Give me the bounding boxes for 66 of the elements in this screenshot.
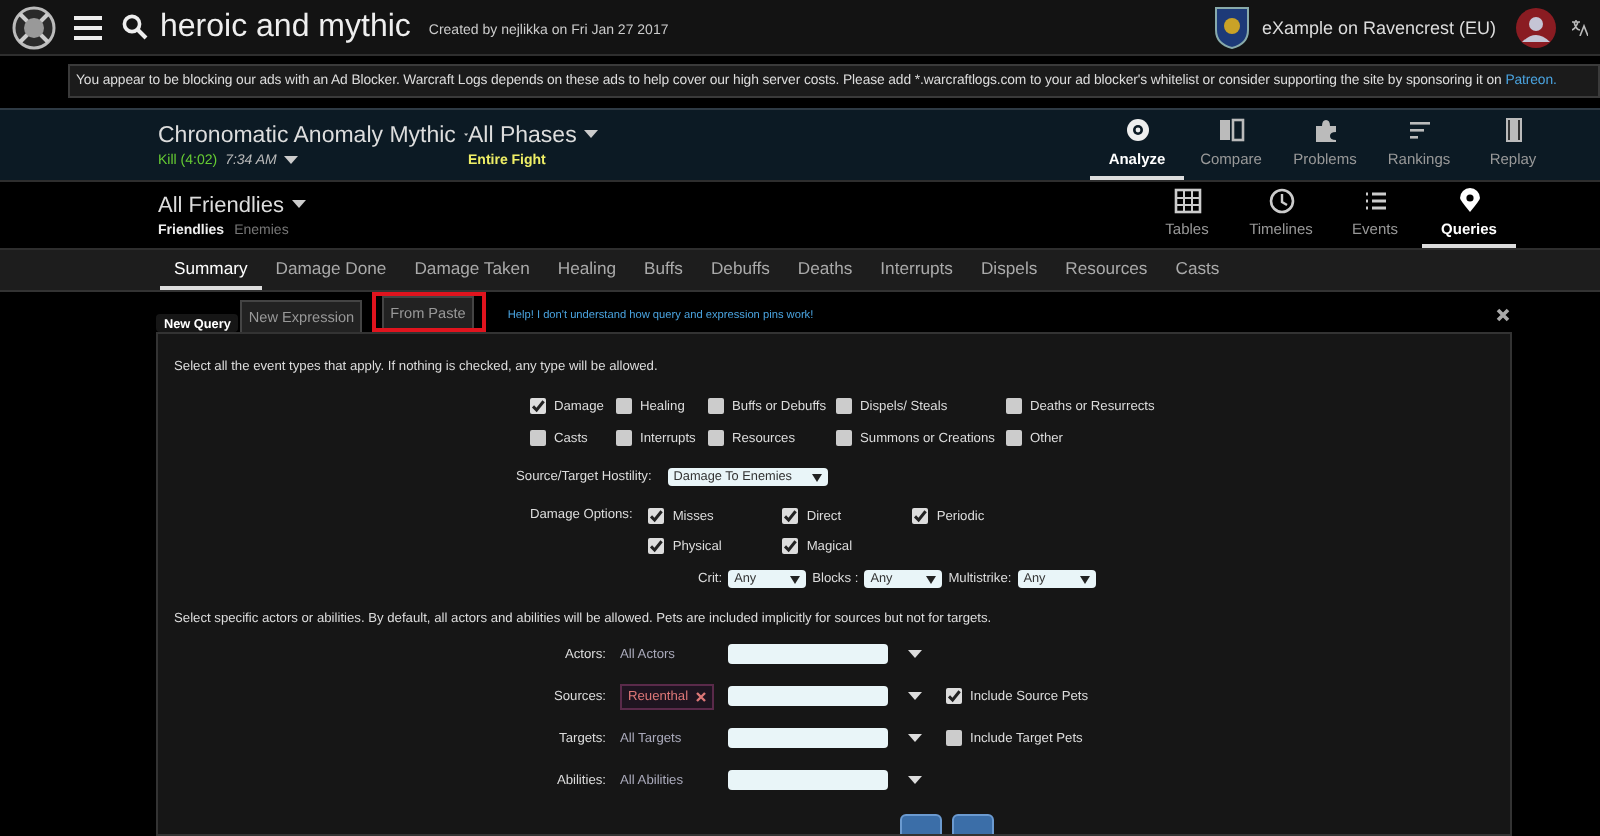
puzzle-icon [1311,118,1339,144]
checkbox[interactable] [1006,398,1022,414]
checkbox[interactable] [648,538,665,554]
report-tab[interactable]: Deaths [783,250,867,290]
checkbox[interactable] [708,398,724,414]
checkbox[interactable] [836,398,852,414]
checkbox[interactable] [782,508,799,524]
report-tab[interactable]: Damage Taken [400,250,544,290]
report-tab[interactable]: Interrupts [866,250,967,290]
action-button[interactable] [952,814,994,834]
caret-icon [908,691,922,701]
checkbox[interactable] [836,430,852,446]
caret-icon [908,775,922,785]
checkbox[interactable] [946,730,962,746]
avatar-icon[interactable] [1516,7,1556,47]
checkbox[interactable] [782,538,799,554]
report-tab[interactable]: Resources [1051,250,1162,290]
report-tab[interactable]: Summary [160,250,262,290]
caret-icon [790,575,801,583]
input-field[interactable] [728,644,888,664]
close-icon[interactable] [1496,308,1510,322]
checkbox[interactable] [530,398,546,414]
input-field[interactable] [728,686,888,706]
report-tab[interactable]: Debuffs [696,250,784,290]
compare-icon [1217,118,1245,144]
clock-icon [1267,188,1295,214]
checkbox[interactable] [616,430,632,446]
checkbox[interactable] [708,430,724,446]
remove-icon[interactable] [696,691,707,701]
action-button[interactable] [900,814,942,834]
input-field[interactable] [728,770,888,790]
menu-icon[interactable] [74,15,102,39]
shield-emblem-icon [1213,5,1250,49]
report-tab[interactable]: Casts [1161,250,1234,290]
eye-icon [1123,118,1151,144]
caret-icon [926,575,937,583]
report-tab[interactable]: Dispels [966,250,1052,290]
search-icon[interactable] [122,14,148,40]
checkbox[interactable] [530,430,546,446]
bars-icon [1405,118,1433,144]
user-name[interactable]: eXample on Ravencrest (EU) [1261,17,1496,37]
caret-icon [584,130,599,140]
list-icon [1361,188,1389,214]
caret-icon [291,200,306,210]
logo-icon [12,5,56,49]
caret-icon [908,733,922,743]
report-tab[interactable]: Buffs [630,250,697,290]
report-tab[interactable]: Healing [543,250,631,290]
actor-filter-dropdown[interactable]: All Friendlies [158,193,284,217]
input-field[interactable] [728,728,888,748]
encounter-dropdown[interactable]: Chronomatic Anomaly Mythic [158,123,456,147]
caret-icon [1079,575,1090,583]
map-pin-icon [1455,188,1483,214]
checkbox[interactable] [648,508,665,524]
checkbox[interactable] [616,398,632,414]
caret-icon [908,649,922,659]
caret-icon [811,473,822,481]
checkbox[interactable] [912,508,929,524]
table-icon [1173,188,1201,214]
checkbox[interactable] [946,688,962,704]
caret-icon [284,155,299,165]
checkbox[interactable] [1006,430,1022,446]
search-query[interactable]: heroic and mythic [160,9,411,45]
report-tab[interactable]: Damage Done [261,250,401,290]
translate-icon[interactable] [1572,19,1588,35]
phase-dropdown[interactable]: All Phases [468,123,577,147]
